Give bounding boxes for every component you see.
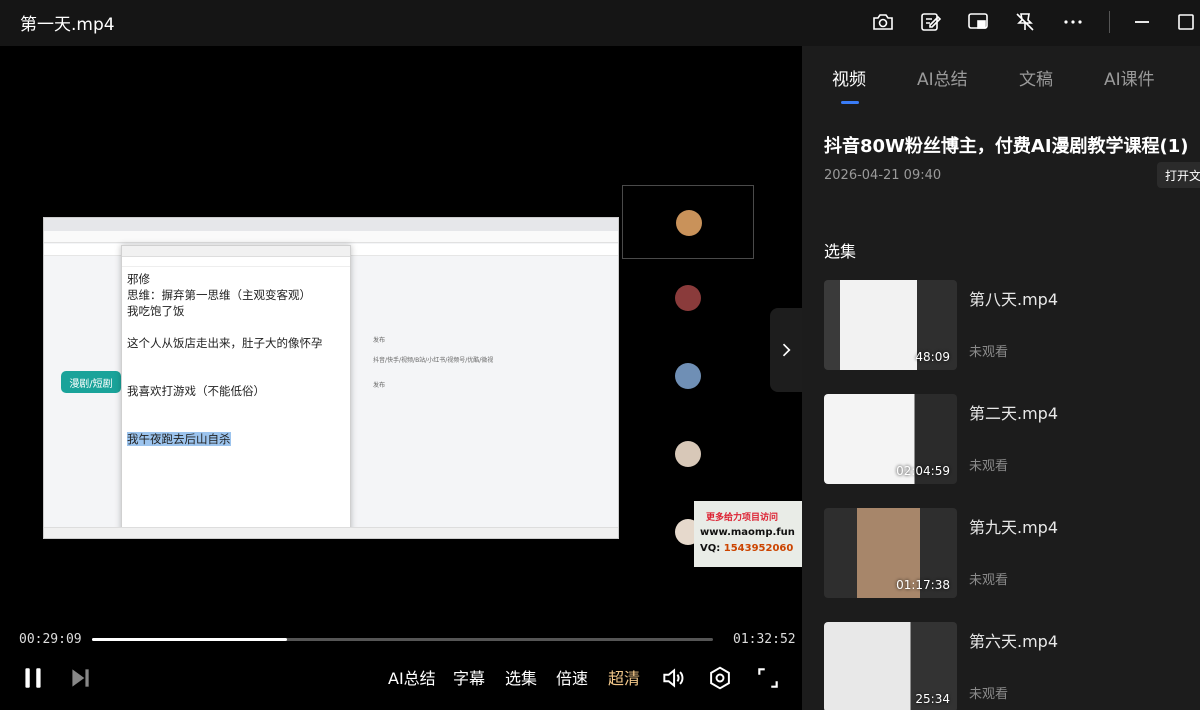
expand-panel-button[interactable] [770, 308, 802, 392]
side-panel: 视频 AI总结 文稿 AI课件 抖音80W粉丝博主，付费AI漫剧教学课程(1) … [802, 46, 1200, 710]
episode-thumbnail: 01:17:38 [824, 508, 957, 598]
minimize-icon[interactable] [1128, 8, 1156, 36]
pause-button[interactable] [20, 664, 46, 692]
episode-status: 未观看 [969, 345, 1009, 360]
episodes-heading: 选集 [824, 242, 857, 261]
tab-video[interactable]: 视频 [832, 65, 866, 90]
tab-ai-summary[interactable]: AI总结 [917, 65, 968, 90]
ai-summary-button[interactable]: AI总结 [388, 665, 436, 689]
maximize-icon[interactable] [1172, 8, 1200, 36]
avatar [675, 285, 701, 311]
course-date: 2026-04-21 09:40 [824, 168, 942, 183]
tab-ai-courseware[interactable]: AI课件 [1104, 65, 1155, 90]
episode-thumbnail: 25:34 [824, 622, 957, 710]
avatar [675, 441, 701, 467]
episode-item[interactable]: 25:34 第六天.mp4 未观看 [824, 622, 1200, 710]
episode-duration: 01:17:38 [896, 578, 950, 592]
episode-duration: 25:34 [915, 692, 950, 706]
chevron-right-icon [782, 343, 791, 357]
volume-button[interactable] [660, 664, 686, 692]
fullscreen-button[interactable] [755, 664, 781, 692]
fullscreen-icon [758, 668, 778, 688]
ad-line: 更多给力项目访问 [706, 513, 779, 523]
episode-thumbnail: 48:09 [824, 280, 957, 370]
edit-note-icon[interactable] [917, 8, 945, 36]
app-statusbar [44, 527, 618, 538]
subtitle-button[interactable]: 字幕 [453, 665, 485, 689]
doc-blank-line [127, 319, 345, 335]
settings-button[interactable] [707, 664, 733, 692]
app-tabbar [44, 218, 618, 231]
episode-title: 第九天.mp4 [969, 518, 1059, 537]
next-episode-button[interactable] [67, 664, 93, 692]
total-time: 01:32:52 [733, 632, 796, 647]
settings-icon [710, 666, 730, 690]
progress-fill [92, 638, 287, 641]
episode-item[interactable]: 48:09 第八天.mp4 未观看 [824, 280, 1200, 370]
shared-screen: 漫剧/短剧 发布 抖音/快手/视频/B站/小红书/视频号/优酷/微视 发布 邪修… [43, 217, 619, 539]
doc-tabs [122, 246, 350, 257]
avatar [675, 363, 701, 389]
doc-line-highlighted: 我午夜跑去后山自杀 [127, 432, 231, 446]
doc-line: 我喜欢打游戏（不能低俗） [127, 384, 265, 398]
doc-blank-line [127, 351, 345, 367]
mindmap-root-node: 漫剧/短剧 [61, 371, 121, 393]
quality-button[interactable]: 超清 [608, 665, 640, 689]
course-title: 抖音80W粉丝博主，付费AI漫剧教学课程(1) [824, 136, 1189, 157]
pin-off-icon[interactable] [1011, 8, 1039, 36]
episode-title: 第六天.mp4 [969, 632, 1059, 651]
doc-body: 邪修 思维：摒弃第一思维（主观变客观） 我吃饱了饭 这个人从饭店走出来，肚子大的… [122, 267, 350, 451]
more-icon[interactable] [1059, 8, 1087, 36]
document-window: 邪修 思维：摒弃第一思维（主观变客观） 我吃饱了饭 这个人从饭店走出来，肚子大的… [121, 245, 351, 535]
episode-title: 第八天.mp4 [969, 290, 1059, 309]
ad-url: www.maomp.fun [700, 527, 795, 538]
progress-bar[interactable] [92, 638, 713, 641]
doc-line: 思维：摒弃第一思维（主观变客观） [127, 288, 311, 302]
episode-thumbnail: 02:04:59 [824, 394, 957, 484]
speed-button[interactable]: 倍速 [556, 665, 588, 689]
avatar [676, 210, 702, 236]
mindmap-branch: 发布 [373, 382, 386, 389]
doc-menu [122, 257, 350, 267]
tab-transcript[interactable]: 文稿 [1019, 65, 1053, 90]
participant-active [622, 185, 754, 259]
title-bar: 第一天.mp4 [0, 0, 1200, 46]
mindmap-branch: 抖音/快手/视频/B站/小红书/视频号/优酷/微视 [373, 357, 494, 364]
doc-line: 我吃饱了饭 [127, 304, 185, 318]
active-tab-indicator [841, 101, 859, 104]
pause-icon [25, 668, 41, 688]
watermark-ad: 更多给力项目访问 www.maomp.fun VQ: 1543952060 [694, 501, 802, 567]
episode-status: 未观看 [969, 459, 1009, 474]
doc-line: 这个人从饭店走出来，肚子大的像怀孕 [127, 336, 323, 350]
current-time: 00:29:09 [19, 632, 82, 647]
open-document-button[interactable]: 打开文 [1157, 162, 1200, 188]
volume-icon [663, 668, 684, 688]
episode-duration: 02:04:59 [896, 464, 950, 478]
episode-item[interactable]: 01:17:38 第九天.mp4 未观看 [824, 508, 1200, 598]
pip-icon[interactable] [964, 8, 992, 36]
video-player[interactable]: 漫剧/短剧 发布 抖音/快手/视频/B站/小红书/视频号/优酷/微视 发布 邪修… [0, 46, 802, 710]
doc-blank-line [127, 367, 345, 383]
episode-status: 未观看 [969, 573, 1009, 588]
doc-blank-line [127, 415, 345, 431]
skip-next-icon [72, 669, 89, 687]
titlebar-divider [1109, 11, 1110, 33]
episodes-button[interactable]: 选集 [505, 665, 537, 689]
ad-contact: VQ: 1543952060 [700, 543, 794, 554]
episode-status: 未观看 [969, 687, 1009, 702]
episode-item[interactable]: 02:04:59 第二天.mp4 未观看 [824, 394, 1200, 484]
episode-title: 第二天.mp4 [969, 404, 1059, 423]
window-title: 第一天.mp4 [20, 15, 115, 35]
doc-blank-line [127, 399, 345, 415]
mindmap-branch: 发布 [373, 337, 386, 344]
app-toolbar [44, 231, 618, 243]
doc-line: 邪修 [127, 272, 150, 286]
camera-icon[interactable] [869, 8, 897, 36]
episode-duration: 48:09 [915, 350, 950, 364]
